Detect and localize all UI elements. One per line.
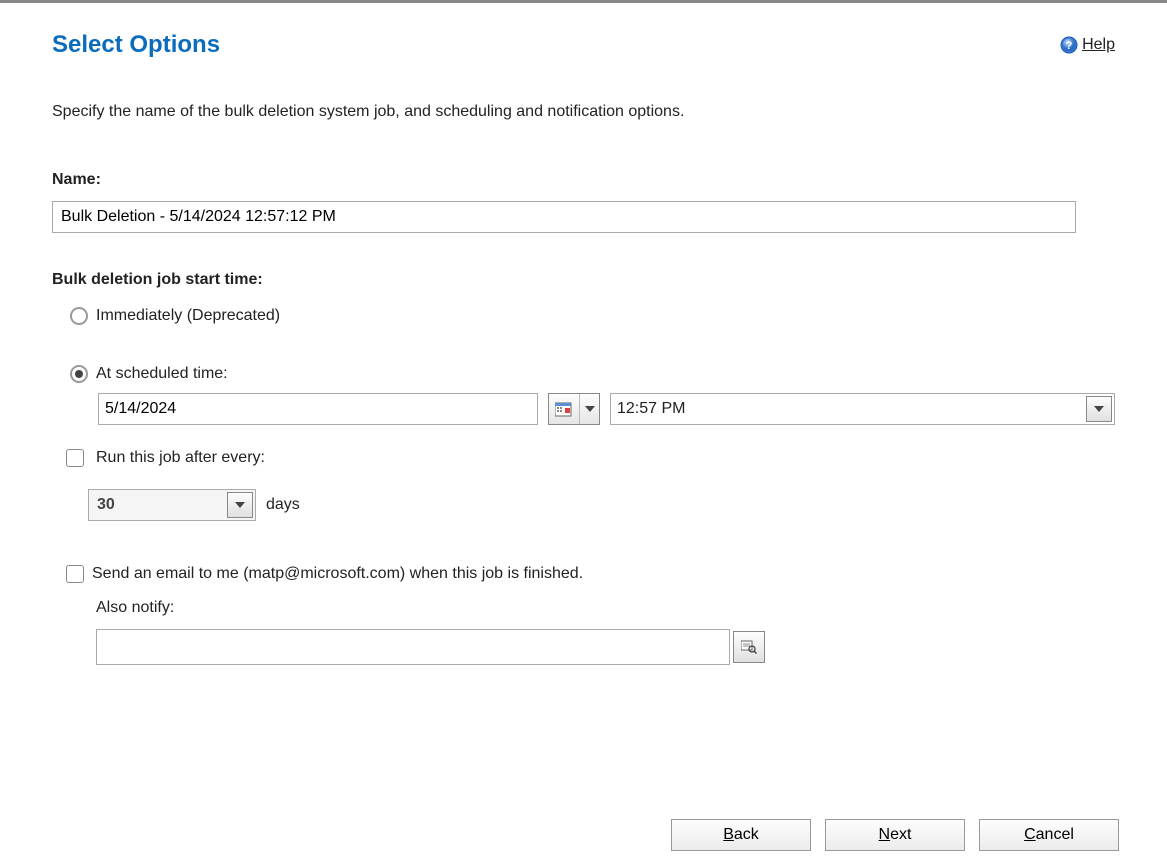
- help-label: Help: [1082, 36, 1115, 54]
- cancel-button[interactable]: Cancel: [979, 819, 1119, 851]
- radio-immediately-label: Immediately (Deprecated): [96, 307, 280, 325]
- page-description: Specify the name of the bulk deletion sy…: [52, 103, 1115, 121]
- lookup-icon: [741, 640, 757, 654]
- scheduled-date-input[interactable]: [98, 393, 538, 425]
- page-title: Select Options: [52, 31, 220, 59]
- calendar-picker-button[interactable]: [548, 393, 600, 425]
- help-link[interactable]: ? Help: [1060, 36, 1115, 54]
- start-time-label: Bulk deletion job start time:: [52, 271, 1115, 289]
- help-icon: ?: [1060, 36, 1078, 54]
- chevron-down-icon: [1094, 406, 1104, 412]
- interval-dropdown-button[interactable]: [227, 492, 253, 518]
- interval-value: 30: [89, 496, 225, 514]
- next-button[interactable]: Next: [825, 819, 965, 851]
- also-notify-input[interactable]: [96, 629, 730, 665]
- back-button[interactable]: Back: [671, 819, 811, 851]
- svg-text:?: ?: [1066, 40, 1073, 52]
- recur-checkbox[interactable]: [66, 449, 84, 467]
- recur-label: Run this job after every:: [96, 449, 265, 467]
- radio-scheduled[interactable]: [70, 365, 88, 383]
- name-label: Name:: [52, 171, 1115, 189]
- chevron-down-icon: [585, 406, 595, 412]
- time-dropdown-button[interactable]: [1086, 396, 1112, 422]
- time-value: 12:57 PM: [611, 400, 1084, 418]
- radio-immediately[interactable]: [70, 307, 88, 325]
- lookup-button[interactable]: [733, 631, 765, 663]
- email-checkbox[interactable]: [66, 565, 84, 583]
- email-label: Send an email to me (matp@microsoft.com)…: [92, 565, 583, 583]
- time-select[interactable]: 12:57 PM: [610, 393, 1115, 425]
- calendar-icon: [555, 401, 573, 417]
- name-input[interactable]: [52, 201, 1076, 233]
- also-notify-label: Also notify:: [96, 599, 1115, 617]
- interval-unit: days: [266, 496, 300, 514]
- chevron-down-icon: [235, 502, 245, 508]
- interval-select[interactable]: 30: [88, 489, 256, 521]
- radio-scheduled-label: At scheduled time:: [96, 365, 228, 383]
